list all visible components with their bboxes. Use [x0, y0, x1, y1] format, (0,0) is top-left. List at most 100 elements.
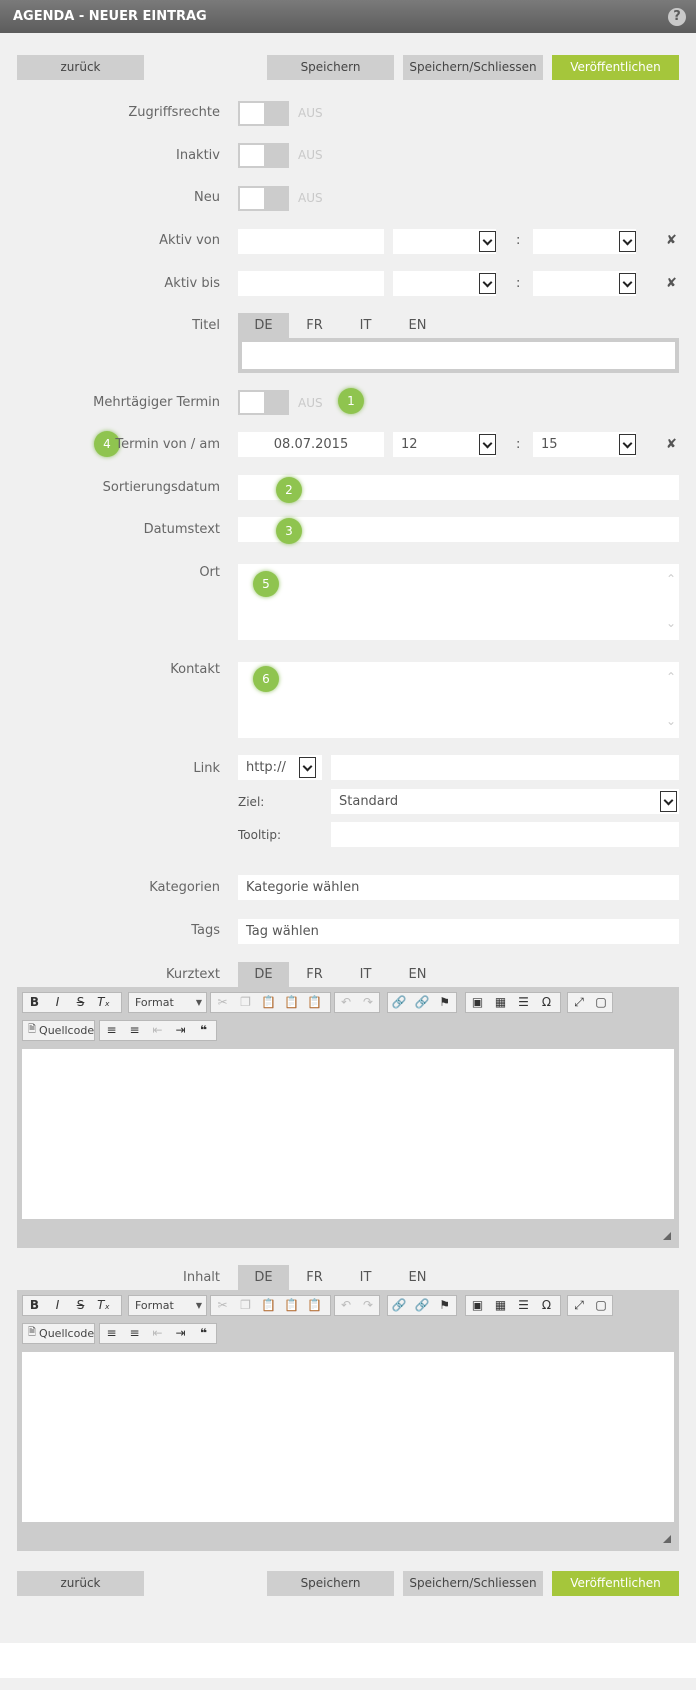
title-tab-de[interactable]: DE	[238, 313, 289, 338]
hour-select[interactable]: 12	[393, 432, 496, 457]
scroll-down-icon[interactable]: ⌄	[666, 714, 676, 728]
paste-word-icon[interactable]: 📋	[303, 993, 326, 1012]
shorttext-tab-it[interactable]: IT	[340, 962, 391, 987]
unlink-icon[interactable]: 🔗	[411, 1296, 434, 1315]
chevron-down-icon[interactable]	[479, 231, 496, 252]
special-char-icon[interactable]: Ω	[535, 1296, 558, 1315]
special-char-icon[interactable]: Ω	[535, 993, 558, 1012]
maximize-icon[interactable]: ⤢	[568, 1296, 590, 1315]
outdent-icon[interactable]: ⇤	[146, 1021, 169, 1040]
clear-active-from-icon[interactable]: ✘	[666, 233, 677, 248]
multiday-toggle[interactable]	[238, 390, 289, 415]
shorttext-tab-fr[interactable]: FR	[289, 962, 340, 987]
categories-select[interactable]: Kategorie wählen	[238, 875, 679, 900]
table-icon[interactable]: ▦	[489, 993, 512, 1012]
resize-handle-icon[interactable]	[663, 1535, 671, 1543]
chevron-down-icon[interactable]	[479, 434, 496, 455]
scroll-up-icon[interactable]: ⌃	[666, 572, 676, 586]
save-button-bottom[interactable]: Speichern	[267, 1571, 394, 1596]
scroll-down-icon[interactable]: ⌄	[666, 616, 676, 630]
link-protocol-select[interactable]: http://	[238, 755, 322, 780]
paste-word-icon[interactable]: 📋	[303, 1296, 326, 1315]
content-tab-fr[interactable]: FR	[289, 1265, 340, 1290]
undo-icon[interactable]: ↶	[335, 1296, 357, 1315]
paste-text-icon[interactable]: 📋	[280, 993, 303, 1012]
anchor-flag-icon[interactable]: ⚑	[433, 1296, 456, 1315]
active-from-date-input[interactable]	[238, 229, 384, 254]
source-button[interactable]: 🗎 Quellcode	[22, 1020, 95, 1041]
numbered-list-icon[interactable]: ≡	[100, 1021, 123, 1040]
format-dropdown[interactable]: Format ▼	[128, 1295, 207, 1316]
format-dropdown[interactable]: Format ▼	[128, 992, 207, 1013]
back-button[interactable]: zurück	[17, 55, 144, 80]
undo-icon[interactable]: ↶	[335, 993, 357, 1012]
paste-icon[interactable]: 📋	[257, 993, 280, 1012]
link-icon[interactable]: 🔗	[388, 993, 411, 1012]
scroll-up-icon[interactable]: ⌃	[666, 670, 676, 684]
unlink-icon[interactable]: 🔗	[411, 993, 434, 1012]
resize-handle-icon[interactable]	[663, 1232, 671, 1240]
chevron-down-icon[interactable]	[479, 273, 496, 294]
back-button-bottom[interactable]: zurück	[17, 1571, 144, 1596]
bold-icon[interactable]: B	[23, 1296, 46, 1315]
date-input[interactable]: 08.07.2015	[238, 432, 384, 457]
content-tab-it[interactable]: IT	[340, 1265, 391, 1290]
strikethrough-icon[interactable]: S	[69, 993, 92, 1012]
chevron-down-icon[interactable]	[619, 231, 636, 252]
remove-format-icon[interactable]: Tₓ	[92, 1296, 115, 1315]
tags-select[interactable]: Tag wählen	[238, 919, 679, 944]
cut-icon[interactable]: ✂	[211, 993, 234, 1012]
chevron-down-icon[interactable]	[299, 757, 316, 778]
active-to-hour-select[interactable]	[393, 271, 496, 296]
new-toggle[interactable]	[238, 186, 289, 211]
active-to-minute-select[interactable]	[533, 271, 636, 296]
maximize-icon[interactable]: ⤢	[568, 993, 590, 1012]
remove-format-icon[interactable]: Tₓ	[92, 993, 115, 1012]
image-icon[interactable]: ▣	[466, 993, 489, 1012]
minute-select[interactable]: 15	[533, 432, 636, 457]
shorttext-tab-de[interactable]: DE	[238, 962, 289, 987]
title-input[interactable]	[242, 342, 675, 369]
link-url-input[interactable]	[331, 755, 679, 780]
contact-textarea[interactable]: ⌃ ⌄	[238, 662, 679, 738]
italic-icon[interactable]: I	[46, 993, 69, 1012]
link-tooltip-input[interactable]	[331, 822, 679, 847]
horizontal-line-icon[interactable]: ☰	[512, 1296, 535, 1315]
title-tab-fr[interactable]: FR	[289, 313, 340, 338]
save-close-button-bottom[interactable]: Speichern/Schliessen	[403, 1571, 543, 1596]
content-editor-area[interactable]	[22, 1352, 674, 1522]
italic-icon[interactable]: I	[46, 1296, 69, 1315]
save-button[interactable]: Speichern	[267, 55, 394, 80]
active-to-date-input[interactable]	[238, 271, 384, 296]
content-tab-de[interactable]: DE	[238, 1265, 289, 1290]
indent-icon[interactable]: ⇥	[169, 1021, 192, 1040]
datetext-input[interactable]	[238, 517, 679, 542]
link-icon[interactable]: 🔗	[388, 1296, 411, 1315]
show-blocks-icon[interactable]: ▢	[590, 993, 612, 1012]
access-toggle[interactable]	[238, 101, 289, 126]
strikethrough-icon[interactable]: S	[69, 1296, 92, 1315]
clear-active-to-icon[interactable]: ✘	[666, 276, 677, 291]
chevron-down-icon[interactable]	[660, 791, 677, 812]
bulleted-list-icon[interactable]: ≡	[123, 1021, 146, 1040]
inactive-toggle[interactable]	[238, 143, 289, 168]
cut-icon[interactable]: ✂	[211, 1296, 234, 1315]
anchor-flag-icon[interactable]: ⚑	[433, 993, 456, 1012]
bold-icon[interactable]: B	[23, 993, 46, 1012]
table-icon[interactable]: ▦	[489, 1296, 512, 1315]
save-close-button[interactable]: Speichern/Schliessen	[403, 55, 543, 80]
shorttext-tab-en[interactable]: EN	[392, 962, 443, 987]
image-icon[interactable]: ▣	[466, 1296, 489, 1315]
sortdate-input[interactable]	[238, 475, 679, 500]
paste-text-icon[interactable]: 📋	[280, 1296, 303, 1315]
shorttext-editor-area[interactable]	[22, 1049, 674, 1219]
help-icon[interactable]: ?	[668, 8, 686, 26]
publish-button-bottom[interactable]: Veröffentlichen	[552, 1571, 679, 1596]
outdent-icon[interactable]: ⇤	[146, 1324, 169, 1343]
paste-icon[interactable]: 📋	[257, 1296, 280, 1315]
source-button[interactable]: 🗎 Quellcode	[22, 1323, 95, 1344]
chevron-down-icon[interactable]	[619, 434, 636, 455]
clear-date-icon[interactable]: ✘	[666, 437, 677, 452]
indent-icon[interactable]: ⇥	[169, 1324, 192, 1343]
active-from-hour-select[interactable]	[393, 229, 496, 254]
